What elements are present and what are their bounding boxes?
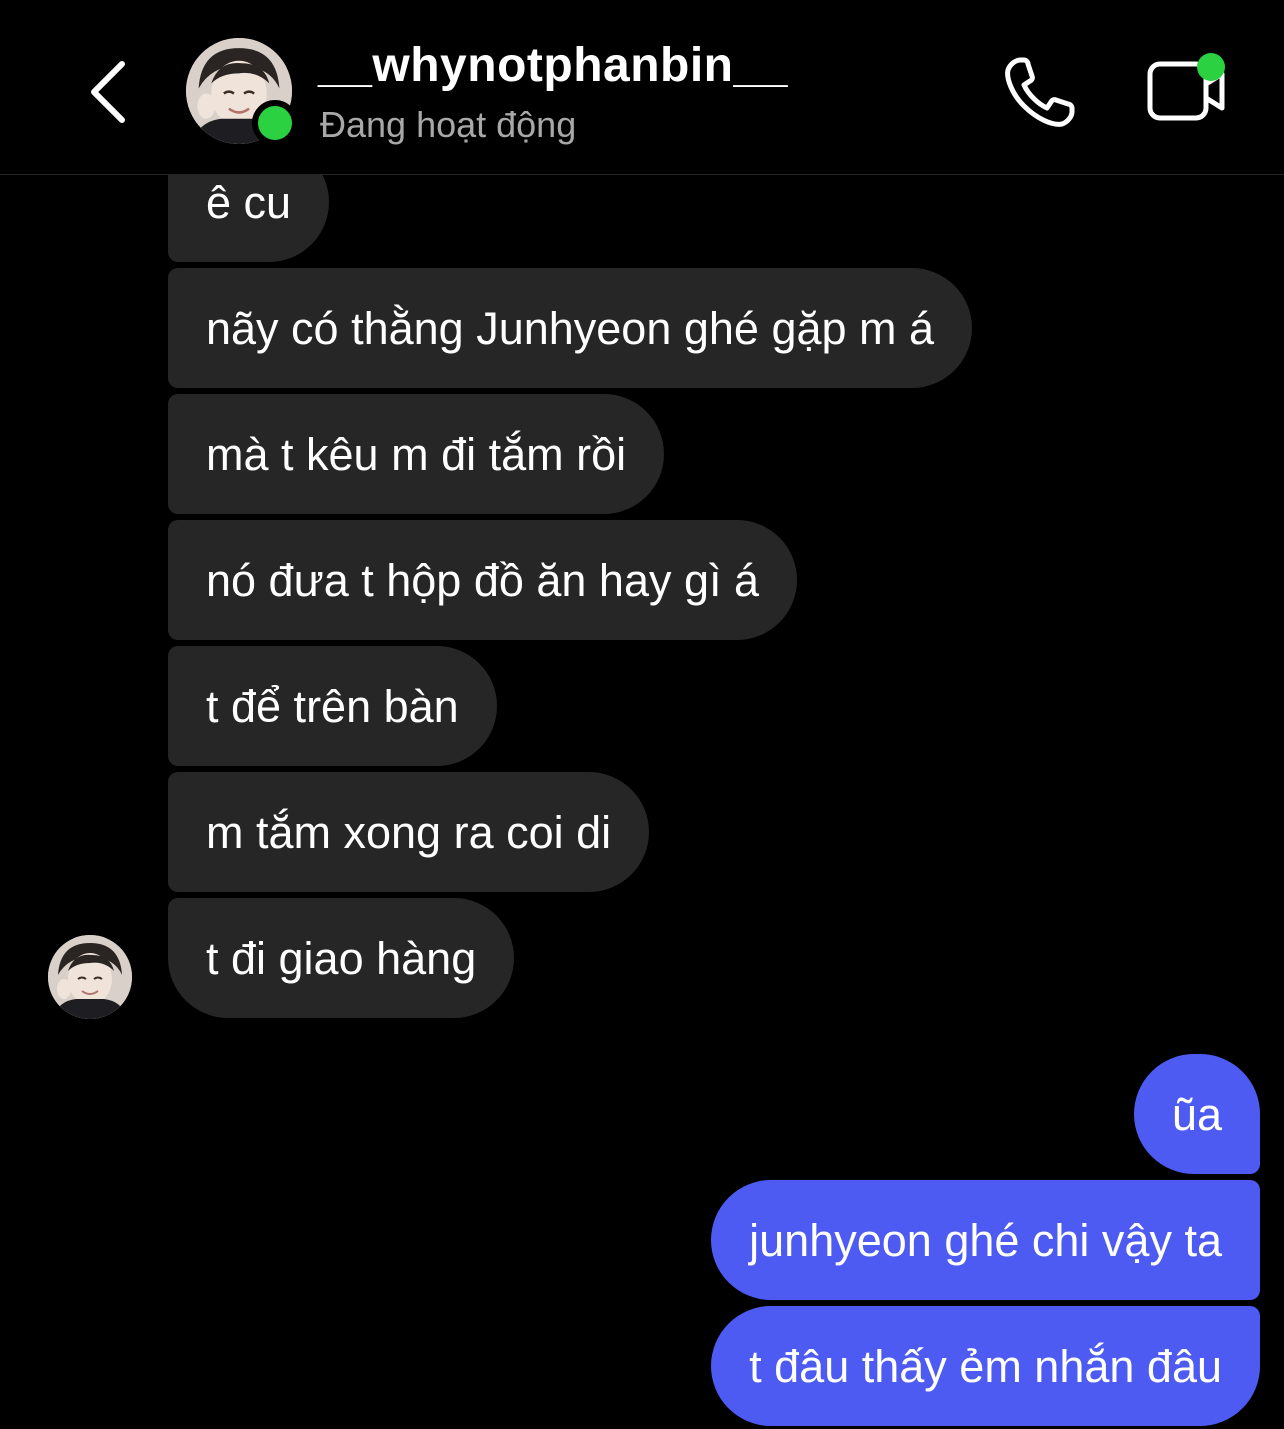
message-text: nãy có thằng Junhyeon ghé gặp m á — [206, 302, 935, 354]
incoming-message[interactable]: nó đưa t hộp đồ ăn hay gì á — [168, 520, 798, 640]
avatar-photo — [48, 935, 132, 1019]
online-status-dot — [252, 100, 298, 146]
incoming-message[interactable]: mà t kêu m đi tắm rồi — [168, 394, 665, 514]
sender-avatar[interactable] — [48, 935, 132, 1019]
chat-header: __whynotphanbin__ Đang hoạt động — [0, 0, 1284, 175]
username[interactable]: __whynotphanbin__ — [318, 38, 788, 93]
profile-avatar[interactable] — [186, 38, 298, 146]
message-text: ê cu — [206, 176, 292, 228]
activity-status: Đang hoạt động — [320, 104, 577, 145]
message-text: m tắm xong ra coi di — [206, 806, 612, 858]
phone-icon — [1005, 57, 1075, 127]
message-text: ũa — [1171, 1088, 1222, 1140]
video-notification-dot — [1197, 53, 1225, 81]
outgoing-message[interactable]: ũa — [1133, 1054, 1260, 1174]
incoming-message[interactable]: t để trên bàn — [168, 646, 497, 766]
outgoing-message[interactable]: t đâu thấy ẻm nhắn đâu — [711, 1306, 1260, 1426]
outgoing-message[interactable]: junhyeon ghé chi vậy ta — [711, 1180, 1260, 1300]
message-text: t đâu thấy ẻm nhắn đâu — [749, 1340, 1222, 1392]
message-thread[interactable]: ê cu nãy có thằng Junhyeon ghé gặp m á m… — [0, 0, 1284, 1429]
back-button[interactable] — [78, 52, 138, 132]
chevron-left-icon — [91, 61, 125, 123]
message-text: t đi giao hàng — [206, 932, 477, 984]
incoming-message[interactable]: m tắm xong ra coi di — [168, 772, 650, 892]
message-text: mà t kêu m đi tắm rồi — [206, 428, 627, 480]
incoming-message[interactable]: t đi giao hàng — [168, 898, 515, 1018]
message-text: junhyeon ghé chi vậy ta — [749, 1214, 1222, 1266]
voice-call-button[interactable] — [1000, 52, 1080, 132]
incoming-message[interactable]: nãy có thằng Junhyeon ghé gặp m á — [168, 268, 973, 388]
message-text: t để trên bàn — [206, 680, 459, 732]
message-text: nó đưa t hộp đồ ăn hay gì á — [206, 554, 760, 606]
